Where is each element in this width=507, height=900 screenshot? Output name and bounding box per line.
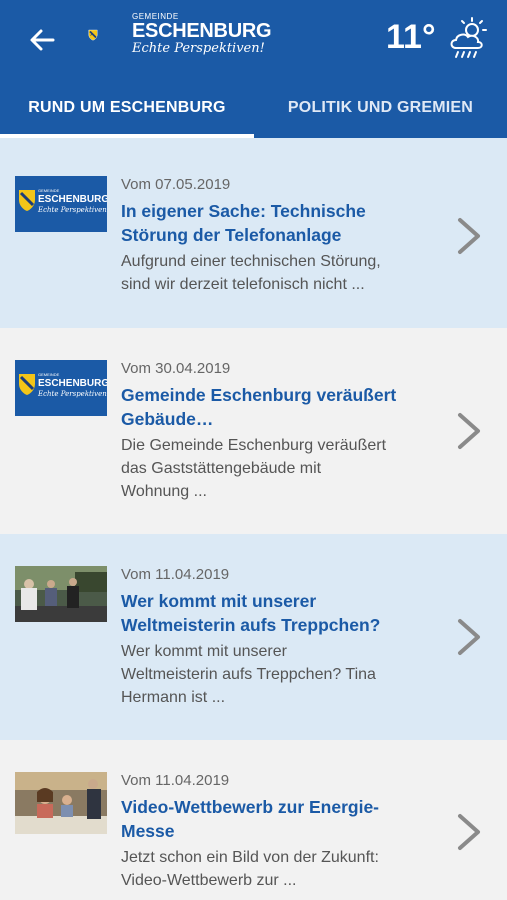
list-item[interactable]: GEMEINDE ESCHENBURG Echte Perspektiven! … <box>0 138 507 328</box>
svg-text:Echte Perspektiven!: Echte Perspektiven! <box>37 390 107 398</box>
list-item[interactable]: GEMEINDE ESCHENBURG Echte Perspektiven! … <box>0 328 507 534</box>
article-excerpt-line: das Gaststättengebäude mit <box>121 460 322 477</box>
article-excerpt-line: Die Gemeinde Eschenburg veräußert <box>121 437 387 454</box>
news-list: GEMEINDE ESCHENBURG Echte Perspektiven! … <box>0 138 507 900</box>
article-title[interactable]: Video-Wettbewerb zur Energie- Messe <box>121 795 441 843</box>
article-excerpt-line: Hermann ist ... <box>121 689 226 706</box>
article-excerpt-line: Aufgrund einer technischen Störung, <box>121 253 381 270</box>
tab-politik-und-gremien[interactable]: POLITIK UND GREMIEN <box>254 78 507 138</box>
article-excerpt-line: sind wir derzeit telefonisch nicht ... <box>121 276 365 293</box>
cloud-sun-rain-icon[interactable] <box>446 16 490 60</box>
article-excerpt: Die Gemeinde Eschenburg veräußert das Ga… <box>121 434 441 503</box>
article-title-line: Gemeinde Eschenburg veräußert <box>121 385 397 405</box>
article-title-line: Messe <box>121 821 175 841</box>
article-title-line: Wer kommt mit unserer <box>121 591 317 611</box>
list-item[interactable]: Vom 11.04.2019 Video-Wettbewerb zur Ener… <box>0 740 507 900</box>
logo-text: GEMEINDE ESCHENBURG Echte Perspektiven! <box>132 12 272 56</box>
article-date: Vom 07.05.2019 <box>121 176 231 193</box>
svg-text:ESCHENBURG: ESCHENBURG <box>38 194 107 205</box>
eschenburg-logo-thumbnail: GEMEINDE ESCHENBURG Echte Perspektiven! <box>15 360 107 416</box>
article-excerpt: Wer kommt mit unserer Weltmeisterin aufs… <box>121 640 441 709</box>
article-excerpt-line: Weltmeisterin aufs Treppchen? Tina <box>121 666 376 683</box>
article-excerpt-line: Wer kommt mit unserer <box>121 643 287 660</box>
article-date: Vom 11.04.2019 <box>121 566 230 583</box>
svg-text:GEMEINDE: GEMEINDE <box>38 188 60 193</box>
tab-bar: RUND UM ESCHENBURG POLITIK UND GREMIEN <box>0 78 507 138</box>
article-title[interactable]: Wer kommt mit unserer Weltmeisterin aufs… <box>121 589 441 637</box>
svg-text:ESCHENBURG: ESCHENBURG <box>38 378 107 389</box>
article-excerpt-line: Jetzt schon ein Bild von der Zukunft: <box>121 849 379 866</box>
article-title[interactable]: Gemeinde Eschenburg veräußert Gebäude… <box>121 383 441 431</box>
arrow-left-icon <box>30 29 55 51</box>
chevron-right-icon[interactable] <box>452 411 486 451</box>
photo-thumbnail <box>15 566 107 622</box>
article-title[interactable]: In eigener Sache: Technische Störung der… <box>121 199 441 247</box>
article-excerpt: Jetzt schon ein Bild von der Zukunft: Vi… <box>121 846 441 892</box>
article-excerpt-line: Wohnung ... <box>121 483 207 500</box>
article-title-line: Weltmeisterin aufs Treppchen? <box>121 615 381 635</box>
back-button[interactable] <box>22 22 62 58</box>
chevron-right-icon[interactable] <box>452 812 486 852</box>
logo-slogan: Echte Perspektiven! <box>132 41 265 56</box>
svg-text:GEMEINDE: GEMEINDE <box>38 372 60 377</box>
article-title-line: Störung der Telefonanlage <box>121 225 342 245</box>
article-title-line: Video-Wettbewerb zur Energie- <box>121 797 380 817</box>
temperature: 11° <box>386 18 436 56</box>
app-header: GEMEINDE ESCHENBURG Echte Perspektiven! … <box>0 0 507 138</box>
article-date: Vom 11.04.2019 <box>121 772 230 789</box>
chevron-right-icon[interactable] <box>452 216 486 256</box>
eschenburg-logo <box>88 29 98 41</box>
chevron-right-icon[interactable] <box>452 617 486 657</box>
article-title-line: Gebäude… <box>121 409 214 429</box>
article-title-line: In eigener Sache: Technische <box>121 201 366 221</box>
eschenburg-logo-thumbnail: GEMEINDE ESCHENBURG Echte Perspektiven! <box>15 176 107 232</box>
svg-text:Echte Perspektiven!: Echte Perspektiven! <box>37 206 107 214</box>
logo-name: ESCHENBURG <box>132 20 272 42</box>
photo-thumbnail <box>15 772 107 834</box>
tab-rund-um-eschenburg[interactable]: RUND UM ESCHENBURG <box>0 78 254 138</box>
article-date: Vom 30.04.2019 <box>121 360 231 377</box>
article-excerpt: Aufgrund einer technischen Störung, sind… <box>121 250 441 296</box>
article-excerpt-line: Video-Wettbewerb zur ... <box>121 872 297 889</box>
list-item[interactable]: Vom 11.04.2019 Wer kommt mit unserer Wel… <box>0 534 507 740</box>
